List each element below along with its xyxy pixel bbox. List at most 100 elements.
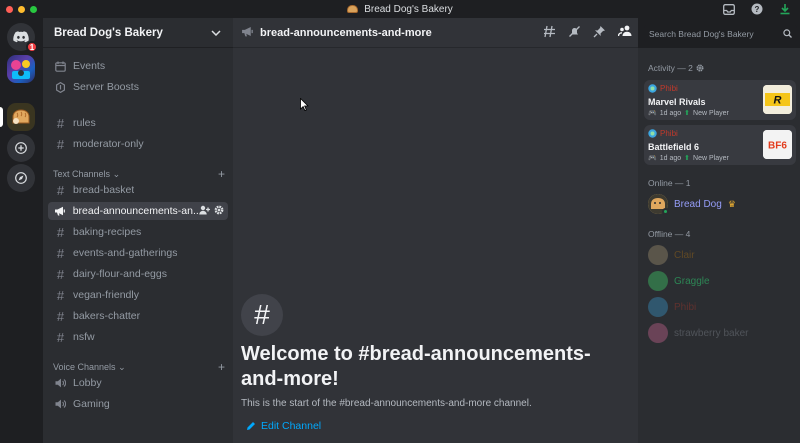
bread-dog-icon — [12, 109, 30, 124]
activity-meta: 🎮 1d ago ⬆ New Player — [648, 154, 729, 163]
user-avatar-icon — [648, 84, 657, 93]
pin-icon[interactable] — [593, 25, 606, 41]
plus-icon — [15, 142, 27, 154]
close-window-button[interactable] — [6, 5, 13, 13]
avatar — [648, 297, 668, 317]
channel-events-and-gatherings[interactable]: # events-and-gatherings — [48, 244, 228, 262]
member-clair[interactable]: Clair — [648, 245, 695, 265]
activity-user: Phibi — [648, 84, 678, 93]
hash-icon: # — [56, 266, 65, 282]
window-title-text: Bread Dog's Bakery — [364, 3, 453, 15]
channel-settings-gear-icon[interactable] — [214, 205, 224, 218]
channel-welcome: # Welcome to #bread-announcements-and-mo… — [241, 294, 621, 432]
avatar — [648, 245, 668, 265]
channel-label: baking-recipes — [73, 226, 142, 238]
channel-label: moderator-only — [73, 138, 144, 150]
compass-icon — [15, 172, 27, 184]
hash-icon: # — [241, 294, 283, 336]
hash-icon: # — [56, 329, 65, 345]
create-channel-plus-icon[interactable]: + — [218, 167, 225, 181]
direct-messages-button[interactable]: 1 — [7, 23, 38, 53]
channel-label: rules — [73, 117, 96, 129]
activity-user: Phibi — [648, 129, 678, 138]
chevron-down-icon: ⌄ — [118, 361, 126, 372]
member-phibi[interactable]: Phibi — [648, 297, 696, 317]
channel-bread-announcements-and-more[interactable]: bread-announcements-an... — [48, 202, 228, 220]
activity-header: Activity — 2 — [648, 63, 704, 73]
channel-title: bread-announcements-and-more — [260, 26, 432, 39]
gamepad-icon: 🎮 — [648, 155, 657, 162]
member-strawberry-baker[interactable]: strawberry baker — [648, 323, 748, 343]
category-voice-channels[interactable]: Voice Channels ⌄ + — [53, 360, 225, 374]
offline-header: Offline — 4 — [648, 229, 691, 239]
bread-icon — [347, 5, 359, 13]
avatar — [648, 271, 668, 291]
edit-channel-link[interactable]: Edit Channel — [246, 420, 621, 432]
svg-text:BF6: BF6 — [768, 141, 787, 152]
speaker-icon — [54, 377, 67, 390]
channel-label: events-and-gatherings — [73, 247, 178, 259]
channel-label: bakers-chatter — [73, 310, 141, 322]
chevron-down-icon — [211, 29, 221, 36]
activity-card-battlefield-6[interactable]: Phibi Battlefield 6 🎮 1d ago ⬆ New Playe… — [644, 125, 796, 165]
explore-servers-button[interactable] — [7, 164, 35, 192]
channel-label: bread-announcements-an... — [72, 205, 199, 217]
marvel-rivals-thumbnail: R — [763, 85, 792, 114]
server-boosts-label: Server Boosts — [73, 81, 139, 93]
channel-vegan-friendly[interactable]: # vegan-friendly — [48, 286, 228, 304]
channel-moderator-only[interactable]: # moderator-only — [48, 135, 228, 153]
gear-icon[interactable] — [696, 64, 704, 72]
svg-text:R: R — [774, 95, 782, 107]
create-invite-icon[interactable] — [199, 205, 210, 218]
member-name: Clair — [674, 249, 695, 261]
hash-icon: # — [56, 245, 65, 261]
channel-label: Gaming — [73, 398, 110, 410]
channel-rules[interactable]: # rules — [48, 114, 228, 132]
server-icon-bread-dogs-bakery[interactable] — [7, 103, 35, 131]
channel-header: bread-announcements-and-more — [233, 18, 638, 48]
channel-label: vegan-friendly — [73, 289, 139, 301]
member-graggle[interactable]: Graggle — [648, 271, 710, 291]
channel-sidebar: Bread Dog's Bakery Events Server Boosts … — [43, 18, 233, 443]
search-box[interactable]: Search Bread Dog's Bakery — [644, 25, 797, 42]
minimize-window-button[interactable] — [18, 5, 25, 13]
hash-icon: # — [56, 115, 65, 131]
member-list-icon[interactable] — [617, 25, 632, 41]
speaker-icon — [54, 398, 67, 411]
category-text-channels[interactable]: Text Channels ⌄ + — [53, 167, 225, 181]
zoom-window-button[interactable] — [30, 5, 37, 13]
voice-channel-gaming[interactable]: Gaming — [48, 395, 228, 413]
activity-meta: 🎮 1d ago ⬆ New Player — [648, 109, 729, 118]
channel-baking-recipes[interactable]: # baking-recipes — [48, 223, 228, 241]
channel-label: dairy-flour-and-eggs — [73, 268, 167, 280]
hash-icon: # — [56, 224, 65, 240]
inbox-icon[interactable] — [722, 2, 736, 16]
server-boosts-item[interactable]: Server Boosts — [48, 78, 228, 96]
channel-bakers-chatter[interactable]: # bakers-chatter — [48, 307, 228, 325]
download-icon[interactable] — [778, 2, 792, 16]
member-name: Bread Dog — [674, 198, 722, 210]
selected-server-indicator — [0, 107, 3, 127]
avatar — [648, 194, 669, 215]
create-channel-plus-icon[interactable]: + — [218, 360, 225, 374]
threads-icon[interactable] — [543, 25, 556, 41]
voice-channel-lobby[interactable]: Lobby — [48, 374, 228, 392]
server-icon-game[interactable] — [7, 55, 35, 83]
member-name: Graggle — [674, 275, 710, 287]
member-list: Activity — 2 Phibi Marvel Rivals 🎮 1d ag… — [638, 48, 800, 443]
edit-channel-label: Edit Channel — [261, 420, 322, 432]
window-controls — [6, 5, 37, 13]
help-icon[interactable]: ? — [750, 2, 764, 16]
server-header[interactable]: Bread Dog's Bakery — [43, 18, 233, 48]
title-bar: Bread Dog's Bakery ? — [0, 0, 800, 18]
channel-bread-basket[interactable]: # bread-basket — [48, 181, 228, 199]
notification-muted-icon[interactable] — [568, 25, 581, 41]
member-bread-dog[interactable]: Bread Dog ♛ — [648, 194, 736, 215]
channel-label: bread-basket — [73, 184, 135, 196]
activity-card-marvel-rivals[interactable]: Phibi Marvel Rivals 🎮 1d ago ⬆ New Playe… — [644, 80, 796, 120]
channel-dairy-flour-and-eggs[interactable]: # dairy-flour-and-eggs — [48, 265, 228, 283]
hash-icon: # — [56, 308, 65, 324]
events-item[interactable]: Events — [48, 57, 228, 75]
add-server-button[interactable] — [7, 134, 35, 162]
channel-nsfw[interactable]: # nsfw — [48, 328, 228, 346]
